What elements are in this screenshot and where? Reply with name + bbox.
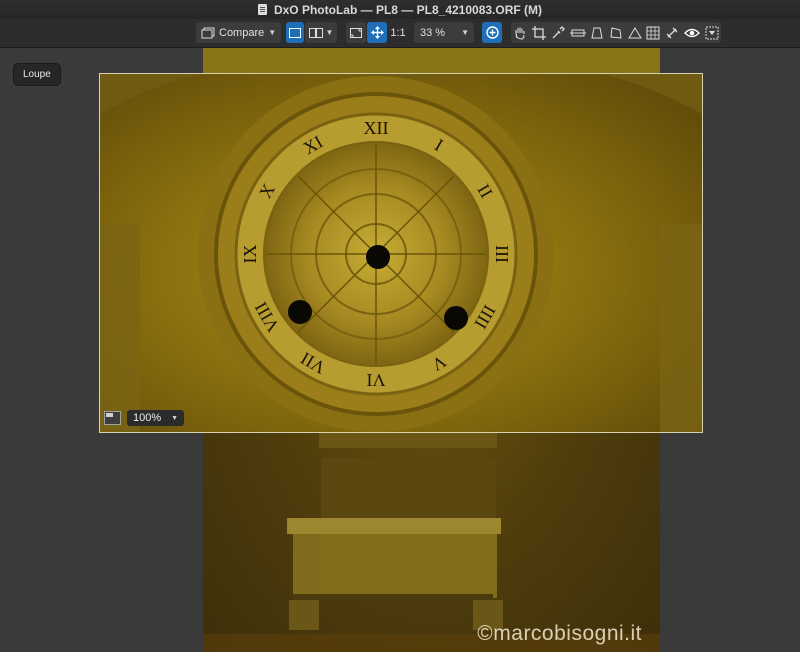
eyedropper-icon[interactable] <box>551 25 565 40</box>
single-view-button[interactable] <box>286 22 304 43</box>
loupe-panel[interactable]: XII I II III IIII V VI VII VIII IX X XI 100% ▼ <box>99 73 703 433</box>
perspective-triangle-icon[interactable] <box>627 26 642 40</box>
grid-icon[interactable] <box>646 26 660 40</box>
tool-group <box>511 22 721 43</box>
fit-screen-icon <box>350 27 362 38</box>
hand-icon[interactable] <box>513 26 527 40</box>
photo-top-strip <box>203 48 660 74</box>
loupe-zoom-select[interactable]: 100% ▼ <box>127 410 185 426</box>
roman-numeral: VI <box>367 370 386 390</box>
perspective-icon[interactable] <box>590 26 604 40</box>
loupe-button[interactable] <box>482 22 502 43</box>
roman-numeral: XII <box>364 118 389 138</box>
panel-icon[interactable] <box>705 26 719 40</box>
single-view-icon <box>289 27 301 38</box>
chevron-down-icon: ▼ <box>268 28 277 37</box>
horizon-icon[interactable] <box>569 26 586 40</box>
toolbar: Compare ▼ ▼ 1:1 33 % ▼ <box>0 19 800 48</box>
zoom-select[interactable]: 33 % ▼ <box>414 22 474 43</box>
fit-screen-button[interactable] <box>346 22 366 43</box>
chevron-down-icon: ▼ <box>325 28 334 37</box>
repair-icon[interactable] <box>665 26 679 40</box>
loupe-size-icon[interactable] <box>104 411 121 425</box>
move-button[interactable] <box>367 22 387 43</box>
zoom-value: 33 % <box>420 26 446 39</box>
chevron-down-icon: ▼ <box>461 28 469 37</box>
loupe-icon <box>485 26 499 39</box>
crop-icon[interactable] <box>532 25 547 40</box>
one-to-one-label: 1:1 <box>390 26 406 39</box>
title-bar: DxO PhotoLab — PL8 — PL8_4210083.ORF (M) <box>0 0 800 19</box>
loupe-zoom-value: 100% <box>133 412 162 424</box>
loupe-controls: 100% ▼ <box>104 410 185 426</box>
clock-face-illustration: XIIIIIIIIIIIIVVIVIIVIIIIXXXI <box>100 74 702 432</box>
split-view-icon <box>308 27 323 38</box>
chevron-down-icon: ▼ <box>171 414 179 422</box>
compare-label: Compare <box>219 26 265 39</box>
one-to-one-button[interactable]: 1:1 <box>388 22 408 43</box>
perspective-rect-icon[interactable] <box>609 26 623 40</box>
compare-icon <box>201 27 215 38</box>
eye-icon[interactable] <box>683 26 700 40</box>
watermark-text: ©marcobisogni.it <box>477 622 642 645</box>
document-icon <box>257 4 267 15</box>
roman-numeral: III <box>492 245 512 263</box>
loupe-badge: Loupe <box>13 63 61 86</box>
window-title: DxO PhotoLab — PL8 — PL8_4210083.ORF (M) <box>273 2 543 17</box>
split-view-button[interactable]: ▼ <box>305 22 337 43</box>
roman-numeral: IX <box>240 245 260 264</box>
compare-button[interactable]: Compare ▼ <box>196 22 281 43</box>
move-arrows-icon <box>370 26 384 39</box>
